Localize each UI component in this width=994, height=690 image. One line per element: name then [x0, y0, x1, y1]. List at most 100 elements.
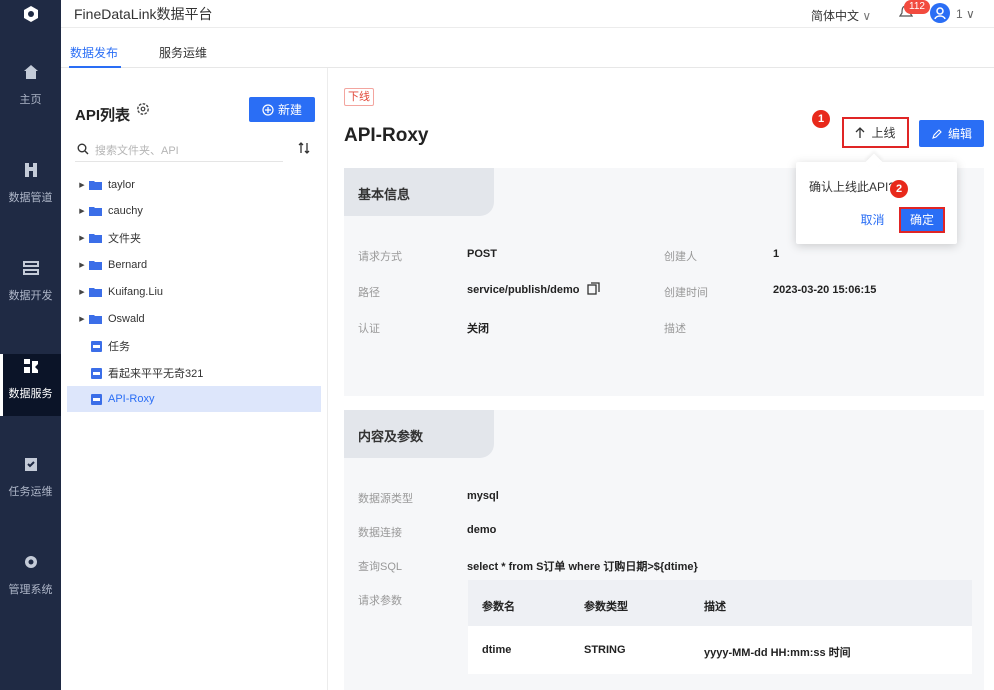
- field-label: 数据源类型: [358, 493, 413, 505]
- edit-label: 编辑: [947, 127, 972, 141]
- tree-folder-cauchy[interactable]: ▶ cauchy: [67, 198, 321, 224]
- tab-bar: 数据发布 服务运维: [61, 28, 994, 68]
- nav-label: 任务运维: [8, 486, 53, 498]
- column-header: 描述: [704, 601, 726, 613]
- nav-item-pipeline[interactable]: 数据管道: [0, 158, 61, 220]
- field-label: 认证: [358, 323, 380, 335]
- tree-folder-taylor[interactable]: ▶ taylor: [67, 172, 321, 198]
- card-title: 基本信息: [358, 187, 411, 202]
- tree-folder-kuifang[interactable]: ▶ Kuifang.Liu: [67, 279, 321, 305]
- task-icon: [24, 458, 37, 471]
- column-header: 参数类型: [584, 601, 628, 613]
- logo-icon: [23, 6, 38, 22]
- settings-gear-icon[interactable]: [136, 102, 150, 116]
- folder-icon: [89, 261, 102, 270]
- caret-right-icon: ▶: [79, 262, 85, 269]
- tree-api-roxy[interactable]: API-Roxy: [67, 386, 321, 412]
- tree-label: API-Roxy: [108, 393, 155, 405]
- app-logo[interactable]: [0, 0, 61, 28]
- nav-item-develop[interactable]: 数据开发: [0, 256, 61, 318]
- field-value: 关闭: [467, 323, 489, 335]
- tab-publish[interactable]: 数据发布: [70, 44, 118, 61]
- step-marker-1: 1: [812, 110, 830, 128]
- new-button-label: 新建: [277, 103, 302, 117]
- online-button[interactable]: 上线: [842, 117, 909, 148]
- service-icon: [23, 359, 38, 373]
- folder-icon: [89, 181, 102, 190]
- field-label: 查询SQL: [358, 561, 403, 573]
- active-indicator: [0, 354, 3, 416]
- tree-api-ordinary[interactable]: 看起来平平无奇321: [67, 360, 321, 386]
- field-label: 路径: [358, 287, 380, 299]
- tree-label: 文件夹: [108, 233, 141, 245]
- nav-label: 管理系统: [8, 584, 53, 596]
- confirm-button[interactable]: 确定: [899, 207, 945, 233]
- caret-right-icon: ▶: [79, 316, 85, 323]
- table-cell: STRING: [584, 644, 626, 656]
- field-value: service/publish/demo: [467, 284, 580, 296]
- tree-label: taylor: [108, 179, 135, 191]
- search-icon: [77, 143, 89, 155]
- nav-label: 数据服务: [8, 388, 53, 400]
- folder-icon: [89, 315, 102, 324]
- confirm-question: 确认上线此API?: [809, 180, 896, 194]
- column-header: 参数名: [482, 601, 515, 613]
- nav-item-admin[interactable]: 管理系统: [0, 550, 61, 612]
- field-value: demo: [467, 524, 497, 536]
- tree-folder-folder[interactable]: ▶ 文件夹: [67, 225, 321, 251]
- field-label: 创建时间: [664, 287, 708, 299]
- tab-service-ops[interactable]: 服务运维: [159, 44, 207, 61]
- cancel-button[interactable]: 取消: [853, 209, 892, 231]
- new-api-button[interactable]: 新建: [249, 97, 315, 122]
- table-cell: dtime: [482, 644, 512, 656]
- nav-label: 数据管道: [8, 192, 53, 204]
- nav-item-service[interactable]: 数据服务: [0, 354, 61, 416]
- field-value: POST: [467, 248, 497, 260]
- language-select[interactable]: 简体中文 ∨: [811, 7, 871, 24]
- left-nav: 主页 数据管道 数据开发 数据服务 任务运维 管理系统: [0, 0, 61, 690]
- user-menu[interactable]: 1 ∨: [956, 7, 975, 21]
- param-table: 参数名 参数类型 描述 dtime STRING yyyy-MM-dd HH:m…: [468, 580, 972, 674]
- chevron-down-icon: ∨: [862, 9, 872, 23]
- edit-button[interactable]: 编辑: [919, 120, 984, 147]
- gear-icon: [24, 556, 37, 568]
- api-icon: [91, 367, 102, 379]
- content-params-card: 内容及参数 数据源类型 mysql 数据连接 demo 查询SQL select…: [344, 410, 984, 690]
- caret-right-icon: ▶: [79, 182, 85, 189]
- copy-icon[interactable]: [587, 282, 600, 295]
- nav-item-task[interactable]: 任务运维: [0, 452, 61, 514]
- language-label: 简体中文: [811, 9, 860, 23]
- api-list-title: API列表: [75, 107, 131, 124]
- notification-badge: 112: [904, 0, 930, 14]
- sort-icon[interactable]: [297, 141, 311, 155]
- avatar[interactable]: [930, 3, 950, 23]
- tree-api-task[interactable]: 任务: [67, 333, 321, 359]
- field-label: 请求方式: [358, 251, 402, 263]
- param-table-header: 参数名 参数类型 描述: [468, 580, 972, 626]
- field-value: mysql: [467, 490, 499, 502]
- arrow-up-icon: [856, 126, 865, 138]
- nav-item-home[interactable]: 主页: [0, 60, 61, 122]
- tree-label: 看起来平平无奇321: [108, 368, 204, 380]
- pipeline-icon: [24, 163, 37, 177]
- home-icon: [23, 65, 38, 79]
- sql-value: select * from S订单 where 订购日期>${dtime}: [467, 561, 698, 573]
- field-label: 数据连接: [358, 527, 402, 539]
- api-list-panel: API列表 新建 搜索文件夹、API ▶ taylor ▶ cauchy ▶ 文件夹 …: [61, 68, 328, 690]
- caret-right-icon: ▶: [79, 289, 85, 296]
- tree-label: Bernard: [108, 259, 148, 271]
- confirm-popover: 确认上线此API? 2 取消 确定: [796, 162, 957, 244]
- field-value: 1: [773, 248, 780, 260]
- search-input[interactable]: 搜索文件夹、API: [75, 138, 283, 162]
- page-title: API-Roxy: [344, 125, 429, 146]
- tree-label: 任务: [108, 341, 130, 353]
- pencil-icon: [932, 128, 942, 139]
- field-label: 描述: [664, 323, 686, 335]
- user-count: 1: [956, 7, 963, 21]
- table-cell: yyyy-MM-dd HH:mm:ss 时间: [704, 647, 851, 659]
- tree-folder-oswald[interactable]: ▶ Oswald: [67, 306, 321, 332]
- api-icon: [91, 393, 102, 405]
- tree-folder-bernard[interactable]: ▶ Bernard: [67, 252, 321, 278]
- user-icon: [934, 7, 946, 20]
- field-label: 请求参数: [358, 595, 402, 607]
